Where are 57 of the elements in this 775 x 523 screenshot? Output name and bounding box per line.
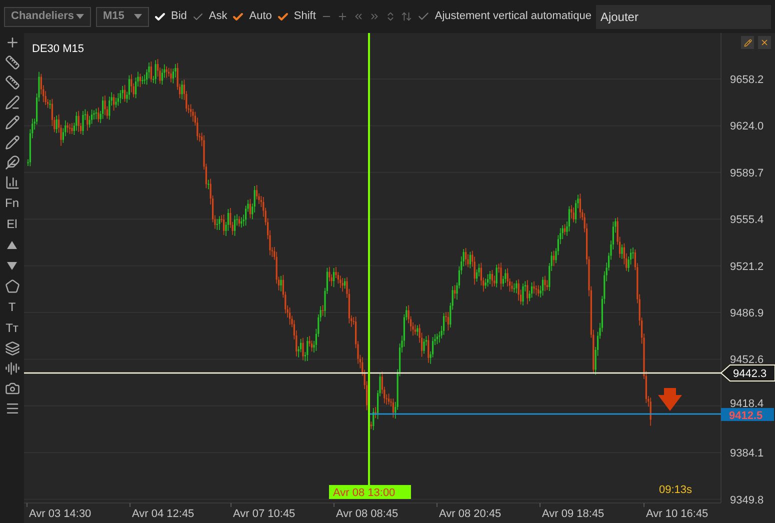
plus-icon[interactable] [4, 35, 20, 50]
time-tick: Avr 09 18:45 [542, 508, 604, 520]
close-icon [760, 38, 769, 47]
pencil-icon [744, 38, 752, 46]
pencil-icon[interactable] [4, 115, 20, 130]
toggle-checkbox[interactable]: Bid [154, 8, 187, 25]
time-tick: Avr 07 10:45 [233, 508, 296, 520]
chart-type-dropdown[interactable]: Chandeliers [4, 6, 91, 26]
time-tick: Avr 08 08:45 [336, 508, 398, 520]
auto-adjust-checkbox[interactable]: Ajustement vertical automatique [416, 8, 592, 25]
close-button[interactable] [758, 36, 771, 49]
price-tick: 9418.4 [730, 398, 764, 410]
timeframe-dropdown[interactable]: M15 [96, 6, 149, 26]
camera-icon[interactable] [4, 381, 20, 396]
menu-icon[interactable] [4, 401, 20, 416]
bars-icon[interactable] [4, 361, 20, 376]
price-tick: 9589.7 [730, 167, 764, 180]
time-tick: Avr 10 16:45 [646, 508, 708, 520]
tool-button[interactable]: T [8, 299, 16, 315]
price-tick: 9555.4 [730, 214, 764, 226]
time-tick: Avr 08 20:45 [439, 508, 502, 520]
pencil-button[interactable] [741, 36, 754, 49]
price-tick: 9658.2 [730, 74, 764, 86]
price-tick: 9521.2 [730, 260, 764, 273]
symbol-label: DE30 M15 [32, 43, 84, 55]
forward-icon[interactable] [368, 11, 380, 22]
shapes-icon[interactable] [4, 279, 20, 294]
pencil-icon[interactable] [4, 135, 20, 150]
toggle-checkbox[interactable]: Auto [232, 8, 272, 25]
compress-icon[interactable] [400, 11, 412, 22]
layers-icon[interactable] [4, 341, 20, 356]
tool-button[interactable]: Fn [4, 195, 19, 211]
tool-button[interactable]: El [6, 216, 18, 232]
price-tick: 9452.6 [730, 354, 764, 366]
price-tick: 9624.0 [730, 120, 764, 133]
toggle-checkbox[interactable]: Shift [276, 8, 316, 25]
ruler-icon[interactable] [4, 75, 20, 90]
current-price-tag: 9442.3 [720, 364, 775, 382]
time-tick: Avr 04 12:45 [132, 508, 194, 520]
price-tick: 9349.8 [730, 494, 764, 506]
caret-icon [134, 14, 142, 19]
price-tick: 9486.9 [730, 308, 764, 320]
ruler-icon[interactable] [4, 55, 20, 70]
tool-button[interactable]: Tт [6, 320, 18, 336]
pencil-icon[interactable] [4, 95, 20, 110]
price-tick: 9384.1 [730, 448, 764, 460]
rewind-icon[interactable] [352, 11, 364, 22]
arrow-down-icon [658, 388, 682, 411]
alert-price-tag: 9412.5 [721, 408, 774, 422]
timer-label: 09:13s [659, 484, 692, 496]
time-tick: Avr 03 14:30 [29, 508, 92, 520]
feather-icon[interactable] [4, 155, 20, 170]
bars-icon[interactable] [4, 175, 20, 190]
toggle-checkbox[interactable]: Ask [192, 8, 228, 25]
crosshair-time-tag: Avr 08 13:00 [329, 485, 411, 499]
add-field[interactable]: Ajouter [596, 4, 771, 28]
caret-icon [76, 14, 84, 19]
